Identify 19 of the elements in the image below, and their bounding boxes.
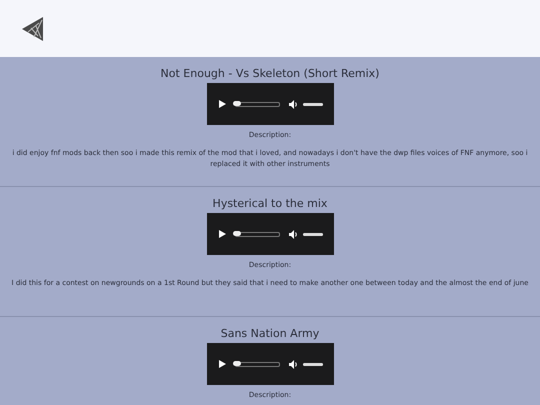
track-title: Hysterical to the mix — [212, 196, 328, 211]
logo-icon[interactable] — [22, 16, 44, 40]
speaker-icon[interactable] — [288, 100, 298, 108]
audio-player[interactable] — [206, 83, 334, 125]
progress-slider[interactable] — [234, 232, 280, 236]
volume-slider[interactable] — [302, 232, 322, 236]
play-icon[interactable] — [218, 230, 226, 238]
speaker-icon[interactable] — [288, 360, 298, 368]
volume-slider[interactable] — [302, 362, 322, 366]
volume-slider[interactable] — [302, 102, 322, 106]
play-icon[interactable] — [218, 100, 226, 108]
track-title: Not Enough - Vs Skeleton (Short Remix) — [160, 66, 380, 81]
track-title: Sans Nation Army — [220, 326, 320, 341]
audio-player[interactable] — [206, 213, 334, 255]
speaker-icon[interactable] — [288, 230, 298, 238]
progress-slider[interactable] — [234, 362, 280, 366]
audio-player[interactable] — [206, 343, 334, 385]
progress-slider[interactable] — [234, 102, 280, 106]
play-icon[interactable] — [218, 360, 226, 368]
